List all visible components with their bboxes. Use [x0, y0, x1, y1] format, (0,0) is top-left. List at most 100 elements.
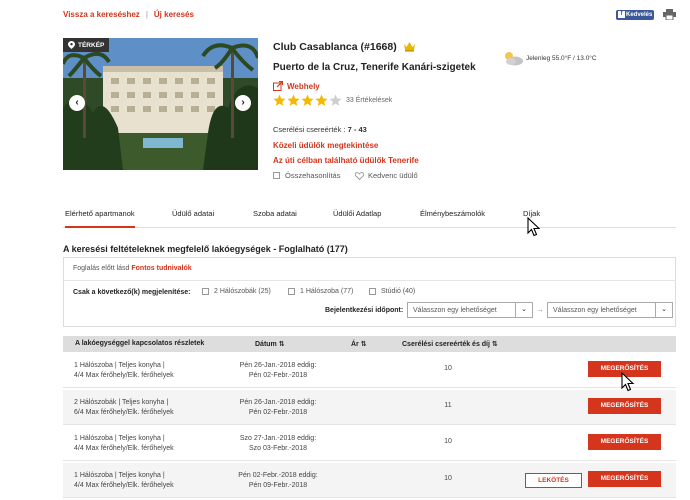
select-placeholder: Válasszon egy lehetőséget	[413, 307, 497, 314]
sort-icon: ⇅	[360, 341, 367, 348]
tab-bar: Elérhető apartmanok Üdülő adatai Szoba a…	[63, 206, 676, 228]
booking-note: Foglalás előtt lásd Fontos tudnivalók	[73, 265, 192, 272]
checkin-to-select[interactable]: Válasszon egy lehetőséget ⌄	[547, 302, 673, 318]
unit-capacity: 4/4 Max férőhely/Elk. férőhelyek	[74, 372, 174, 379]
column-exchange[interactable]: Cserélési csereérték és díj ⇅	[402, 340, 498, 348]
back-to-search-link[interactable]: Vissza a kereséshez	[63, 10, 140, 19]
filter-option-label: 2 Hálószobák (25)	[214, 288, 271, 295]
unit-dates: Szo 27-Jan.-2018 eddig: Szo 03-Febr.-2018	[223, 434, 333, 454]
filter-option-label: Stúdió (40)	[381, 288, 416, 295]
table-row: 1 Hálószoba | Teljes konyha | 4/4 Max fér…	[63, 353, 676, 388]
top-nav: Vissza a kereséshez | Új keresés	[63, 10, 194, 19]
photo-next-button[interactable]: ›	[235, 95, 251, 111]
unit-details: 2 Hálószobák | Teljes konyha | 6/4 Max fé…	[74, 398, 174, 418]
tab-room-details[interactable]: Szoba adatai	[253, 209, 297, 226]
compare-toggle[interactable]: Összehasonlítás	[273, 171, 340, 180]
exchange-fee: 10	[444, 365, 452, 372]
tab-reviews[interactable]: Élménybeszámolók	[420, 209, 485, 226]
section-title: A keresési feltételeknek megfelelő lakóe…	[63, 244, 348, 254]
website-link[interactable]: Webhely	[273, 81, 320, 91]
date-from: Szo 27-Jan.-2018 eddig:	[239, 435, 317, 442]
new-search-link[interactable]: Új keresés	[154, 10, 194, 19]
nearby-resorts-link[interactable]: Közeli üdülők megtekintése	[273, 141, 378, 150]
divider: |	[145, 10, 148, 19]
filter-checkbox[interactable]	[369, 288, 376, 295]
compare-checkbox[interactable]	[273, 172, 280, 179]
confirm-button[interactable]: MEGERŐSÍTÉS	[588, 398, 661, 414]
book-button[interactable]: LEKÖTÉS	[525, 473, 582, 488]
star-empty-icon	[329, 94, 342, 106]
table-row: 1 Hálószoba | Teljes konyha | 4/4 Max fér…	[63, 426, 676, 461]
star-filled-icon	[301, 94, 314, 106]
date-to: Pén 09-Febr.-2018	[248, 482, 308, 489]
column-price-label: Ár	[351, 341, 359, 348]
filter-option-2-bedrooms[interactable]: 2 Hálószobák (25)	[202, 288, 271, 295]
filter-checkbox[interactable]	[288, 288, 295, 295]
unit-capacity: 6/4 Max férőhely/Elk. férőhelyek	[74, 409, 174, 416]
column-price[interactable]: Ár ⇅	[351, 340, 367, 348]
map-pin-icon	[68, 41, 75, 49]
mouse-cursor-icon	[527, 217, 541, 237]
confirm-button[interactable]: MEGERŐSÍTÉS	[588, 434, 661, 450]
exchange-value: Cserélési csereérték : 7 - 43	[273, 125, 367, 134]
unit-details: 1 Hálószoba | Teljes konyha | 4/4 Max fér…	[74, 361, 174, 381]
photo-prev-button[interactable]: ‹	[69, 95, 85, 111]
exchange-fee: 11	[444, 402, 452, 409]
column-date-label: Dátum	[255, 341, 277, 348]
exchange-fee: 10	[444, 438, 452, 445]
mouse-cursor-icon	[621, 372, 635, 392]
important-info-link[interactable]: Fontos tudnivalók	[131, 265, 191, 272]
print-icon[interactable]	[663, 9, 676, 20]
table-row: 1 Hálószoba | Teljes konyha | 4/4 Max fér…	[63, 463, 676, 498]
website-label: Webhely	[287, 81, 320, 91]
date-from: Pén 26-Jan.-2018 eddig:	[239, 399, 317, 406]
date-from: Pén 26-Jan.-2018 eddig:	[239, 362, 317, 369]
star-filled-icon	[315, 94, 328, 106]
unit-type: 1 Hálószoba | Teljes konyha |	[74, 435, 165, 442]
unit-type: 1 Hálószoba | Teljes konyha |	[74, 472, 165, 479]
destination-resorts-link[interactable]: Az úti célban található üdülők Tenerife	[273, 156, 419, 165]
column-date[interactable]: Dátum ⇅	[255, 340, 285, 348]
star-filled-icon	[273, 94, 286, 106]
facebook-like-button[interactable]: f Kedvelés	[616, 10, 654, 20]
favorite-toggle[interactable]: Kedvenc üdülő	[355, 171, 418, 180]
weather-text: Jelenleg 55.0°F / 13.0°C	[526, 54, 597, 62]
checkin-date-label: Bejelentkezési időpont:	[325, 307, 404, 314]
unit-dates: Pén 26-Jan.-2018 eddig: Pén 02-Febr.-2018	[223, 361, 333, 381]
tab-resort-details[interactable]: Üdülő adatai	[172, 209, 214, 226]
external-link-icon	[273, 81, 283, 91]
review-count-link[interactable]: 33 Értékelések	[346, 97, 392, 104]
unit-type: 2 Hálószobák | Teljes konyha |	[74, 399, 169, 406]
chevron-left-icon: ‹	[75, 97, 79, 108]
chevron-right-icon: ›	[241, 97, 245, 108]
tab-resort-sheet[interactable]: Üdülői Adatlap	[333, 209, 381, 226]
tab-available-apartments[interactable]: Elérhető apartmanok	[65, 209, 135, 228]
hotel-location: Puerto de la Cruz, Tenerife Kanári-szige…	[273, 62, 476, 73]
filter-option-1-bedroom[interactable]: 1 Hálószoba (77)	[288, 288, 353, 295]
unit-details: 1 Hálószoba | Teljes konyha | 4/4 Max fér…	[74, 471, 174, 491]
map-badge[interactable]: TÉRKÉP	[63, 38, 110, 52]
checkin-from-select[interactable]: Válasszon egy lehetőséget ⌄	[407, 302, 533, 318]
date-from: Pén 02-Febr.-2018 eddig:	[238, 472, 318, 479]
filter-checkbox[interactable]	[202, 288, 209, 295]
filter-option-studio[interactable]: Stúdió (40)	[369, 288, 415, 295]
cloud-sun-icon	[505, 52, 523, 66]
unit-type: 1 Hálószoba | Teljes konyha |	[74, 362, 165, 369]
unit-dates: Pén 02-Febr.-2018 eddig: Pén 09-Febr.-201…	[223, 471, 333, 491]
weather: Jelenleg 55.0°F / 13.0°C	[502, 50, 597, 66]
filter-label: Csak a következő(k) megjelenítése:	[73, 289, 191, 296]
unit-details: 1 Hálószoba | Teljes konyha | 4/4 Max fér…	[74, 434, 174, 454]
facebook-icon: f	[618, 10, 625, 18]
chevron-down-icon: ⌄	[655, 303, 672, 317]
star-rating	[273, 94, 342, 107]
date-to: Szo 03-Febr.-2018	[249, 445, 307, 452]
exchange-label: Cserélési csereérték :	[273, 125, 346, 134]
heart-icon	[355, 171, 364, 180]
table-row: 2 Hálószobák | Teljes konyha | 6/4 Max fé…	[63, 390, 676, 425]
hotel-title: Club Casablanca (#1668)	[273, 41, 397, 53]
confirm-button[interactable]: MEGERŐSÍTÉS	[588, 471, 661, 487]
favorite-label: Kedvenc üdülő	[368, 171, 418, 180]
unit-capacity: 4/4 Max férőhely/Elk. férőhelyek	[74, 445, 174, 452]
exchange-fee: 10	[444, 475, 452, 482]
unit-dates: Pén 26-Jan.-2018 eddig: Pén 02-Febr.-2018	[223, 398, 333, 418]
